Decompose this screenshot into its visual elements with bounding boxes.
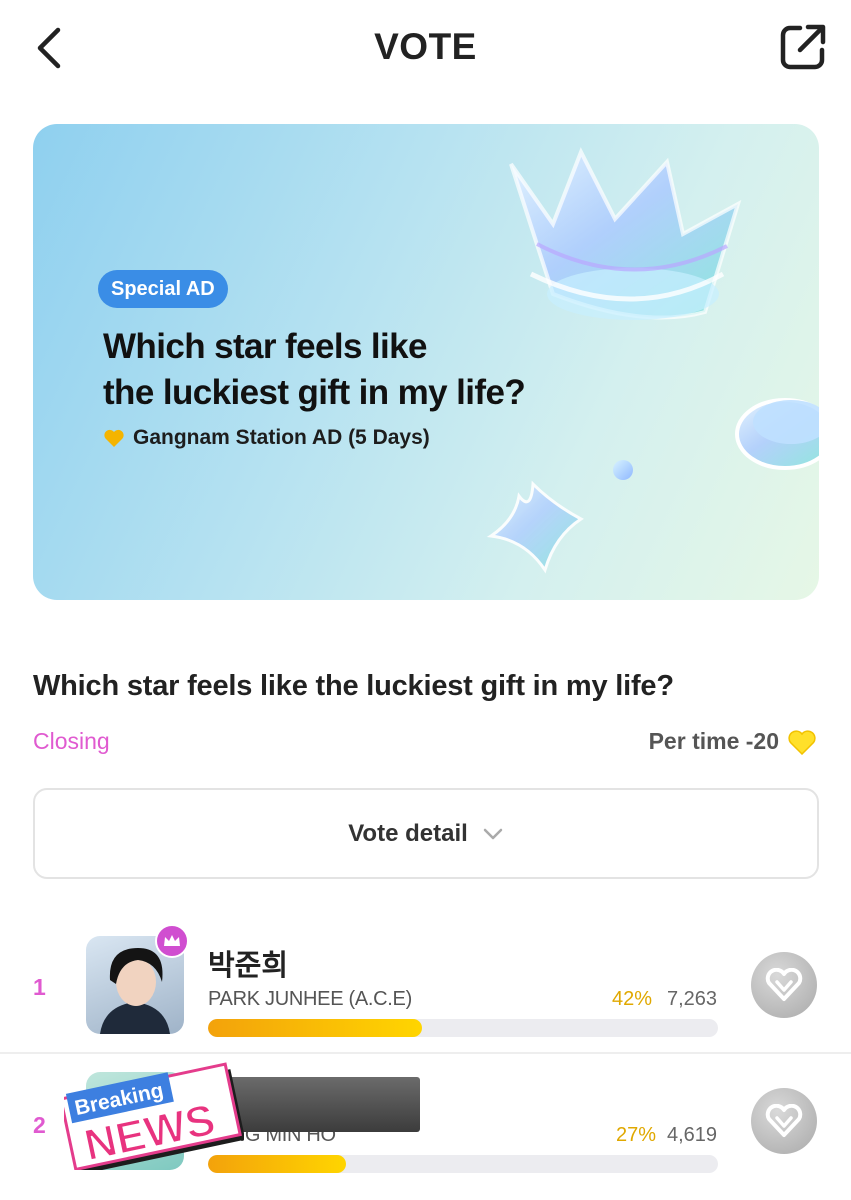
crown-illustration (509, 147, 742, 320)
coin-illustration (735, 398, 819, 470)
vote-detail-button[interactable]: Vote detail (33, 788, 819, 879)
vote-progress-bar (208, 1155, 718, 1173)
vote-status: Closing (33, 728, 110, 754)
banner-subtitle: Gangnam Station AD (5 Days) (103, 426, 430, 450)
candidate-row[interactable]: 1 박준희 PARK JUNHEE (A.C.E) 42% 7,263 (0, 916, 851, 1052)
vote-progress-bar (208, 1019, 718, 1037)
bubble-illustration (613, 460, 633, 480)
special-ad-tag: Special AD (98, 270, 228, 308)
heart-vote-icon (765, 1104, 803, 1137)
vote-percentage: 27% (616, 1124, 657, 1146)
vote-detail-label: Vote detail (348, 819, 468, 847)
candidate-name-english: PARK JUNHEE (A.C.E) (208, 988, 412, 1010)
share-icon (780, 24, 826, 70)
promo-banner[interactable]: Special AD Which star feels like the luc… (33, 124, 819, 600)
yellow-heart-icon (788, 729, 816, 755)
share-button[interactable] (778, 22, 828, 72)
chevron-down-icon (483, 828, 503, 839)
banner-headline-line1: Which star feels like (103, 327, 428, 366)
rank-number: 1 (33, 974, 46, 1000)
top-bar: VOTE (0, 0, 851, 96)
rank-number: 2 (33, 1112, 46, 1138)
vote-percentage: 42% (612, 988, 653, 1010)
heart-vote-icon (765, 968, 803, 1001)
yellow-heart-icon (104, 429, 124, 447)
banner-subtitle-text: Gangnam Station AD (5 Days) (133, 426, 430, 449)
banner-headline-line2: the luckiest gift in my life? (103, 373, 526, 412)
per-time-cost: Per time -20 (649, 728, 817, 755)
candidate-name-korean: 박준희 (208, 950, 289, 982)
per-time-text: Per time -20 (648, 728, 779, 754)
star-illustration (486, 480, 584, 574)
vote-button[interactable] (751, 1088, 817, 1154)
crown-icon (164, 935, 180, 946)
breaking-news-sticker: Breaking NEWS (64, 1062, 244, 1170)
vote-title: Which star feels like the luckiest gift … (33, 670, 674, 702)
vote-count: 4,619 (667, 1124, 718, 1146)
vote-count: 7,263 (667, 988, 718, 1010)
crown-badge (155, 924, 189, 958)
vote-progress-fill (208, 1019, 423, 1037)
vote-button[interactable] (751, 952, 817, 1018)
page-title: VOTE (374, 26, 477, 67)
banner-headline: Which star feels like the luckiest gift … (103, 324, 623, 416)
